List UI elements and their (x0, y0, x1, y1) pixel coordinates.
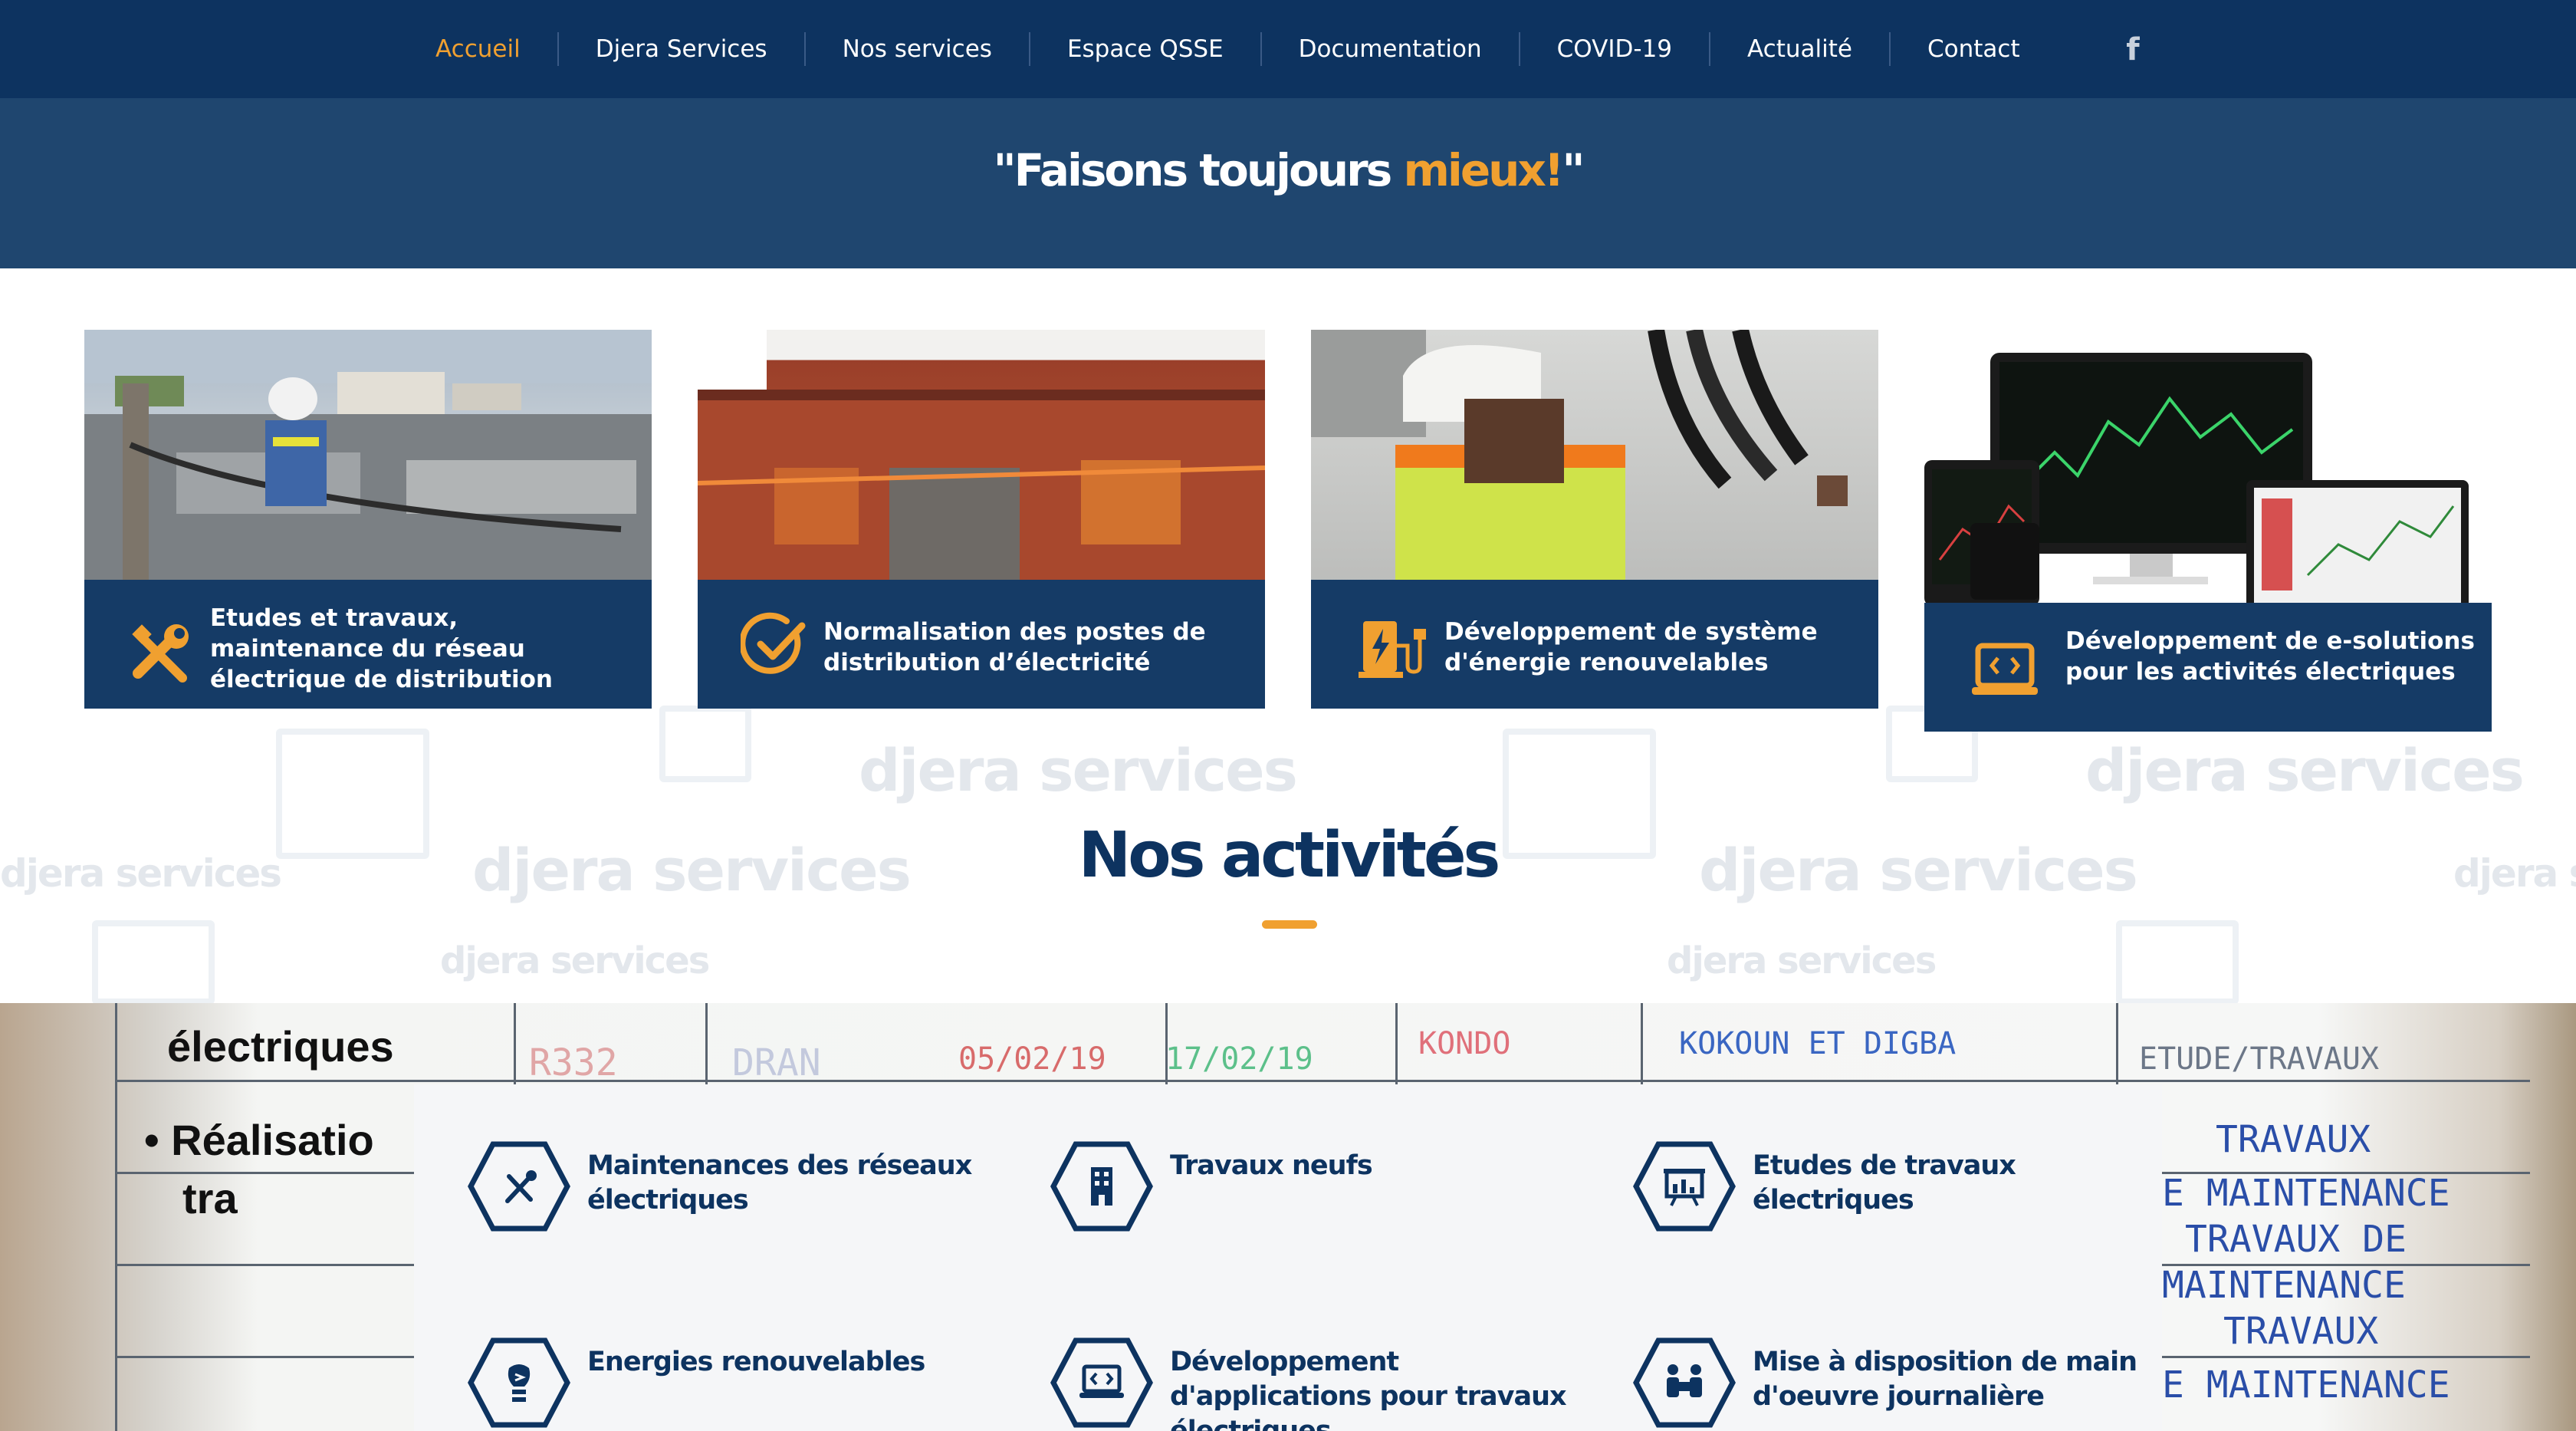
handwritten-text: DRAN (732, 1041, 821, 1084)
watermark-text: djera services (440, 939, 710, 982)
watermark-text: djera services (859, 736, 1298, 804)
grid-line (115, 1003, 117, 1431)
nav-item-djera-services[interactable]: Djera Services (557, 32, 804, 66)
handwritten-text: E MAINTENANCE (2162, 1172, 2450, 1215)
nav-item-contact[interactable]: Contact (1888, 32, 2057, 66)
nav-item-documentation[interactable]: Documentation (1260, 32, 1519, 66)
service-card-postes[interactable]: Normalisation des postes de distribution… (698, 330, 1265, 709)
charging-station-icon (1359, 621, 1426, 678)
nav-item-actualite[interactable]: Actualité (1709, 32, 1889, 66)
service-card-energie[interactable]: Développement de système d'énergie renou… (1311, 330, 1878, 709)
service-card-label: Développement de e-solutions pour les ac… (2065, 627, 2475, 686)
activity-item[interactable]: Etudes de travaux électriques (1633, 1141, 2170, 1241)
electrician-photo (1311, 330, 1878, 583)
service-card-band: Normalisation des postes de distribution… (698, 580, 1265, 709)
handwritten-text: ETUDE/TRAVAUX (2139, 1041, 2380, 1077)
activity-item[interactable]: Travaux neufs (1050, 1141, 1587, 1241)
presentation-icon (1633, 1141, 1736, 1232)
service-card-esolutions[interactable]: Développement de e-solutions pour les ac… (1924, 330, 2492, 732)
slogan: "Faisons toujours mieux!" (0, 144, 2576, 196)
service-card-band: Développement de système d'énergie renou… (1311, 580, 1878, 709)
trading-devices-photo (1924, 330, 2492, 618)
watermark-text: djera services (1667, 939, 1937, 982)
substation-photo (698, 330, 1265, 583)
handwritten-text: R332 (529, 1041, 618, 1084)
slide-text: • Réalisatio (144, 1116, 374, 1164)
slide-text: électriques (167, 1022, 394, 1071)
grid-line (115, 1080, 2530, 1082)
handwritten-text: TRAVAUX (2216, 1118, 2371, 1161)
service-card-band: Développement de e-solutions pour les ac… (1924, 603, 2492, 732)
nav-item-accueil[interactable]: Accueil (399, 32, 557, 66)
activity-item[interactable]: Mise à disposition de main d'oeuvre jour… (1633, 1337, 2170, 1431)
handwritten-text: MAINTENANCE (2162, 1264, 2406, 1307)
slogan-text-start: "Faisons toujours (993, 144, 1404, 196)
handwritten-text: KOKOUN ET DIGBA (1679, 1026, 1957, 1061)
service-card-band: Etudes et travaux, maintenance du réseau… (84, 580, 652, 709)
nav-item-nos-services[interactable]: Nos services (803, 32, 1029, 66)
laptop-code-icon (1050, 1337, 1153, 1428)
building-icon (1050, 1141, 1153, 1232)
handwritten-text: TRAVAUX DE (2185, 1218, 2407, 1261)
check-circle-icon (741, 612, 806, 674)
watermark-text: djera services (2085, 736, 2525, 804)
service-card-label: Etudes et travaux, maintenance du réseau… (210, 604, 553, 693)
handwritten-text: TRAVAUX (2223, 1310, 2379, 1353)
lineman-photo (84, 330, 652, 583)
activity-item[interactable]: Maintenances des réseaux électriques (468, 1141, 1004, 1241)
top-navigation: Accueil Djera Services Nos services Espa… (0, 0, 2576, 98)
laptop-code-icon (1972, 643, 2038, 695)
handwritten-text: 17/02/19 (1165, 1041, 1313, 1077)
slogan-band: "Faisons toujours mieux!" (0, 98, 2576, 268)
activity-label: Maintenances des réseaux électriques (587, 1150, 972, 1216)
handwritten-text: KONDO (1418, 1026, 1511, 1061)
tools-icon (132, 624, 189, 683)
tools-icon (468, 1141, 570, 1232)
slogan-text-end: " (1562, 144, 1585, 196)
activity-label: Développement d'applications pour travau… (1170, 1347, 1567, 1431)
activity-label: Etudes de travaux électriques (1753, 1150, 2016, 1216)
activity-label: Energies renouvelables (587, 1347, 925, 1377)
slide-text: tra (182, 1174, 238, 1222)
nav-menu: Accueil Djera Services Nos services Espa… (399, 0, 2057, 98)
service-card-reseau[interactable]: Etudes et travaux, maintenance du réseau… (84, 330, 652, 709)
workers-icon (1633, 1337, 1736, 1428)
handwritten-text: E MAINTENANCE (2162, 1364, 2450, 1406)
nav-item-espace-qsse[interactable]: Espace QSSE (1028, 32, 1260, 66)
activity-item[interactable]: Développement d'applications pour travau… (1050, 1337, 1587, 1431)
nav-item-covid-19[interactable]: COVID-19 (1518, 32, 1709, 66)
activity-label: Travaux neufs (1170, 1150, 1373, 1181)
watermark-logo (659, 706, 751, 782)
section-title: Nos activités (1078, 819, 1501, 892)
activity-label: Mise à disposition de main d'oeuvre jour… (1753, 1347, 2137, 1412)
eco-bulb-icon (468, 1337, 570, 1428)
watermark-logo (92, 920, 215, 1003)
service-card-label: Normalisation des postes de distribution… (823, 618, 1206, 676)
handwritten-text: 05/02/19 (958, 1041, 1106, 1077)
activities-panel: Maintenances des réseaux électriques Tra… (414, 1084, 2162, 1431)
title-underline (1262, 920, 1317, 929)
facebook-icon[interactable]: f (2118, 31, 2148, 69)
activity-item[interactable]: Energies renouvelables (468, 1337, 1004, 1431)
slogan-highlight: mieux! (1403, 144, 1565, 196)
watermark-logo (2116, 920, 2239, 1003)
service-card-label: Développement de système d'énergie renou… (1444, 618, 1818, 676)
